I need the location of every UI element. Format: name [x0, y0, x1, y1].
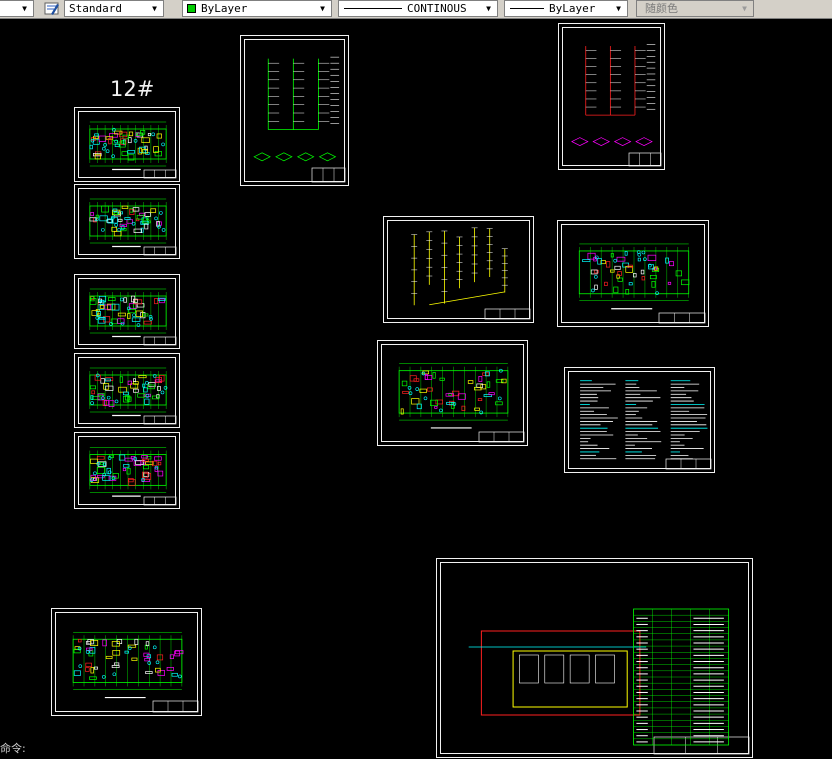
drawing-sheet-floor-plan-5[interactable]	[74, 432, 180, 509]
chevron-down-icon[interactable]: ▼	[18, 2, 31, 15]
drawing-graphics	[571, 44, 662, 167]
drawing-sheet-design-notes[interactable]	[564, 367, 715, 473]
drawing-sheet-floor-plan-4[interactable]	[74, 353, 180, 428]
drawing-graphics	[578, 243, 706, 324]
layer-dropdown[interactable]: ▼	[0, 0, 34, 17]
drawing-sheet-site-plan-with-legend[interactable]	[436, 558, 753, 758]
model-space-canvas[interactable]: 12# 命令:	[0, 19, 832, 758]
drawing-graphics	[89, 367, 177, 425]
lineweight-dropdown[interactable]: ByLayer ▼	[504, 0, 628, 17]
chevron-down-icon[interactable]: ▼	[738, 2, 751, 15]
drawing-sheet-floor-plan-6[interactable]	[557, 220, 709, 327]
text-style-dropdown[interactable]: Standard ▼	[64, 0, 164, 17]
drawing-graphics	[468, 608, 750, 755]
color-dropdown[interactable]: ByLayer ▼	[182, 0, 332, 17]
drawing-sheet-floor-plan-2[interactable]	[74, 184, 180, 259]
drawing-graphics	[580, 380, 712, 470]
drawing-graphics	[89, 121, 177, 179]
drawing-sheet-floor-plan-3[interactable]	[74, 274, 180, 349]
chevron-down-icon[interactable]: ▼	[316, 2, 329, 15]
drawing-sheet-ground-plan[interactable]	[51, 608, 202, 716]
drawing-graphics	[253, 56, 346, 183]
plot-style-value: 随颜色	[645, 2, 678, 15]
chevron-down-icon[interactable]: ▼	[148, 2, 161, 15]
lineweight-value: ByLayer	[549, 2, 596, 15]
drawing-sheet-system-diagram[interactable]	[383, 216, 534, 323]
drawing-sheet-riser-diagram-1[interactable]	[240, 35, 349, 186]
linetype-preview	[344, 8, 402, 9]
drawing-graphics	[89, 288, 177, 346]
drawing-sheet-floor-plan-1[interactable]	[74, 107, 180, 182]
building-number-label: 12#	[110, 77, 155, 101]
linetype-dropdown[interactable]: CONTINOUS ▼	[338, 0, 498, 17]
properties-toolbar: ▼ Standard ▼ ByLayer ▼ CONTINOUS ▼ ByLay…	[0, 0, 832, 19]
plot-style-dropdown[interactable]: 随颜色 ▼	[636, 0, 754, 17]
command-prompt: 命令:	[0, 742, 26, 755]
drawing-graphics	[411, 227, 531, 320]
drawing-sheet-floor-plan-7[interactable]	[377, 340, 528, 446]
color-value: ByLayer	[201, 2, 248, 15]
linetype-value: CONTINOUS	[407, 2, 467, 15]
drawing-sheet-riser-diagram-2[interactable]	[558, 23, 665, 170]
text-style-icon	[44, 2, 59, 15]
drawing-graphics	[72, 631, 199, 713]
text-style-value: Standard	[69, 2, 122, 15]
color-swatch	[187, 4, 196, 13]
lineweight-preview	[510, 8, 544, 9]
drawing-graphics	[89, 447, 177, 506]
drawing-graphics	[398, 363, 525, 443]
text-style-manager-button[interactable]	[42, 0, 62, 17]
chevron-down-icon[interactable]: ▼	[612, 2, 625, 15]
drawing-graphics	[89, 198, 177, 256]
chevron-down-icon[interactable]: ▼	[482, 2, 495, 15]
